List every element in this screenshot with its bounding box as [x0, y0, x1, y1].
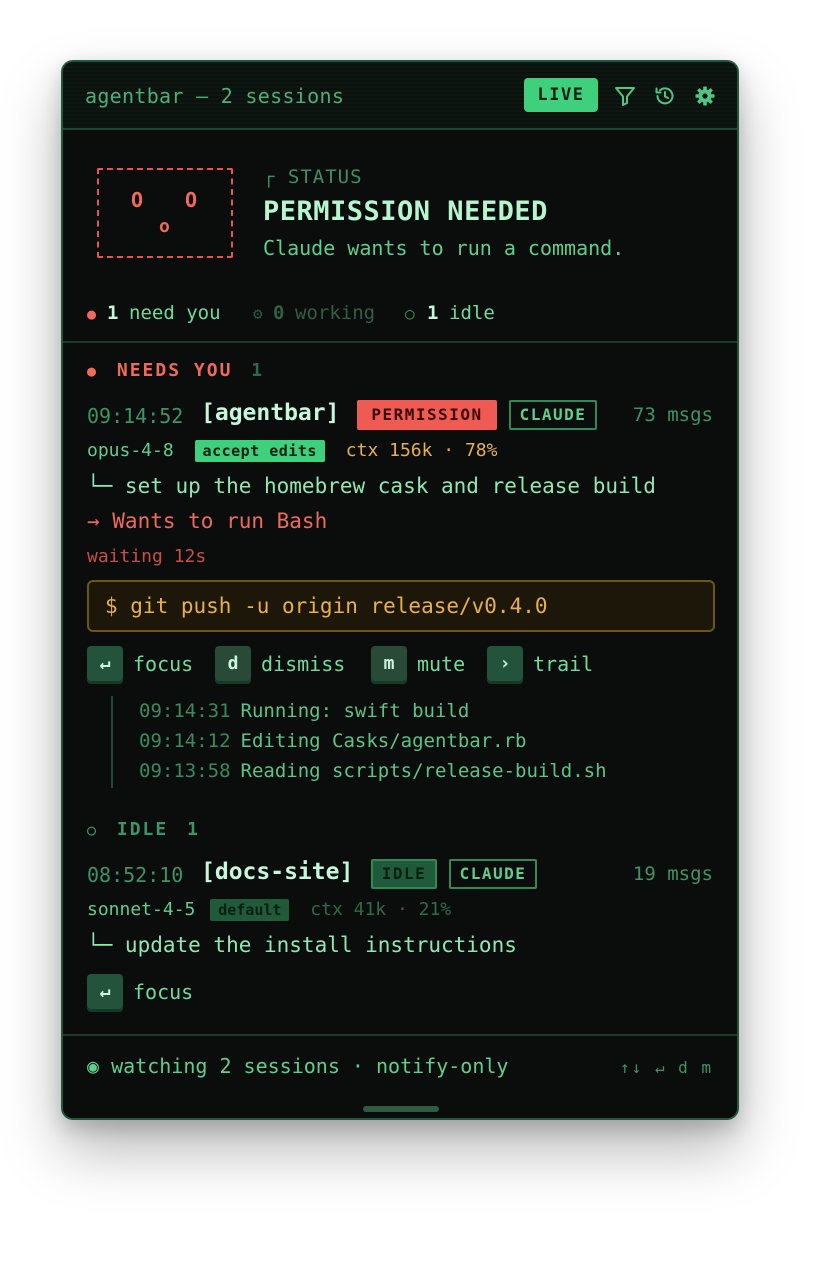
trail-time: 09:14:12: [139, 730, 231, 752]
context-usage: ctx 156k · 78%: [345, 440, 498, 461]
session-meta: sonnet-4-5 default ctx 41k · 21%: [87, 899, 451, 921]
history-icon[interactable]: [653, 84, 677, 108]
model-name: opus-4-8: [87, 440, 174, 461]
focus-button[interactable]: focus: [133, 980, 193, 1004]
needs-count: 1: [251, 360, 265, 381]
resize-handle[interactable]: [363, 1106, 439, 1112]
trail-message: Running: swift build: [240, 700, 470, 722]
task-line: └─ set up the homebrew cask and release …: [87, 474, 656, 498]
status-face: O O o: [97, 168, 233, 258]
needs-you-heading: ● NEEDS YOU 1: [87, 360, 264, 381]
session-time: 09:14:52: [87, 404, 184, 428]
request-line: → Wants to run Bash: [87, 509, 328, 533]
task-line: └─ update the install instructions: [87, 933, 517, 957]
session-time: 08:52:10: [87, 863, 184, 887]
agentbar-window: agentbar — 2 sessions LIVE O O o ┌ STATU…: [61, 60, 739, 1120]
live-badge: LIVE: [524, 78, 598, 112]
message-count: 19 msgs: [632, 863, 713, 885]
status-caption: ┌ STATUS: [263, 166, 363, 188]
trail-key-icon[interactable]: ›: [487, 646, 523, 684]
idle-badge: IDLE: [371, 859, 437, 889]
model-name: sonnet-4-5: [87, 899, 196, 920]
focus-key-icon[interactable]: ↵: [87, 974, 123, 1012]
gear-icon[interactable]: [693, 84, 717, 108]
session-meta: opus-4-8 accept edits ctx 156k · 78%: [87, 440, 497, 462]
mute-button[interactable]: mute: [417, 652, 465, 676]
claude-badge: CLAUDE: [509, 400, 597, 430]
working-label: working: [295, 302, 376, 324]
filter-icon[interactable]: [613, 84, 637, 108]
trail-button[interactable]: trail: [533, 652, 593, 676]
face-mouth: o: [159, 216, 170, 237]
trail-time: 09:14:31: [139, 700, 231, 722]
keyboard-hints: ↑↓ ↵ d m: [619, 1058, 713, 1077]
face-right-eye: O: [185, 188, 198, 212]
title-bar: agentbar — 2 sessions LIVE: [63, 62, 737, 130]
context-usage: ctx 41k · 21%: [310, 899, 452, 920]
idle-section-count: 1: [187, 819, 200, 840]
message-count: 73 msgs: [632, 404, 713, 426]
needs-label: NEEDS YOU: [116, 360, 233, 381]
idle-label: idle: [449, 302, 495, 324]
watching-status: ◉ watching 2 sessions · notify-only: [87, 1054, 509, 1078]
permission-badge: PERMISSION: [357, 400, 497, 430]
idle-section-label: IDLE: [116, 819, 169, 840]
need-count: 1: [107, 302, 119, 324]
claude-badge: CLAUDE: [449, 859, 537, 889]
trail-time: 09:13:58: [139, 760, 231, 782]
need-label: need you: [129, 302, 221, 324]
focus-button[interactable]: focus: [133, 652, 193, 676]
idle-heading: ○ IDLE 1: [87, 819, 200, 840]
trail-entry: 09:13:58 Reading scripts/release-build.sh: [139, 760, 607, 782]
mute-key-icon[interactable]: m: [371, 646, 407, 684]
dismiss-key-icon[interactable]: d: [215, 646, 251, 684]
waiting-time: waiting 12s: [87, 546, 207, 567]
activity-trail: 09:14:31 Running: swift build 09:14:12 Edi…: [111, 696, 631, 788]
trail-entry: 09:14:12 Editing Casks/agentbar.rb: [139, 730, 527, 752]
status-description: Claude wants to run a command.: [263, 236, 625, 260]
status-title: PERMISSION NEEDED: [263, 196, 548, 227]
trail-message: Reading scripts/release-build.sh: [240, 760, 607, 782]
working-count: 0: [273, 302, 285, 324]
trail-entry: 09:14:31 Running: swift build: [139, 700, 469, 722]
working-gear-icon: ⚙: [253, 304, 263, 323]
mode-chip: accept edits: [194, 440, 325, 462]
idle-section-icon: ○: [87, 821, 99, 839]
session-project: [agentbar]: [201, 400, 340, 426]
footer-bar: ◉ watching 2 sessions · notify-only ↑↓ ↵…: [63, 1034, 737, 1118]
mode-chip: default: [210, 899, 290, 921]
window-title: agentbar — 2 sessions: [85, 84, 345, 108]
divider: [63, 341, 737, 343]
idle-count: 1: [427, 302, 439, 324]
focus-key-icon[interactable]: ↵: [87, 646, 123, 684]
idle-circle-icon: ○: [405, 304, 415, 323]
session-project: [docs-site]: [201, 859, 354, 885]
command-preview: $ git push -u origin release/v0.4.0: [87, 580, 715, 632]
need-dot-icon: ●: [87, 305, 97, 323]
trail-message: Editing Casks/agentbar.rb: [240, 730, 527, 752]
face-left-eye: O: [131, 188, 144, 212]
needs-dot-icon: ●: [87, 362, 99, 380]
dismiss-button[interactable]: dismiss: [261, 652, 345, 676]
